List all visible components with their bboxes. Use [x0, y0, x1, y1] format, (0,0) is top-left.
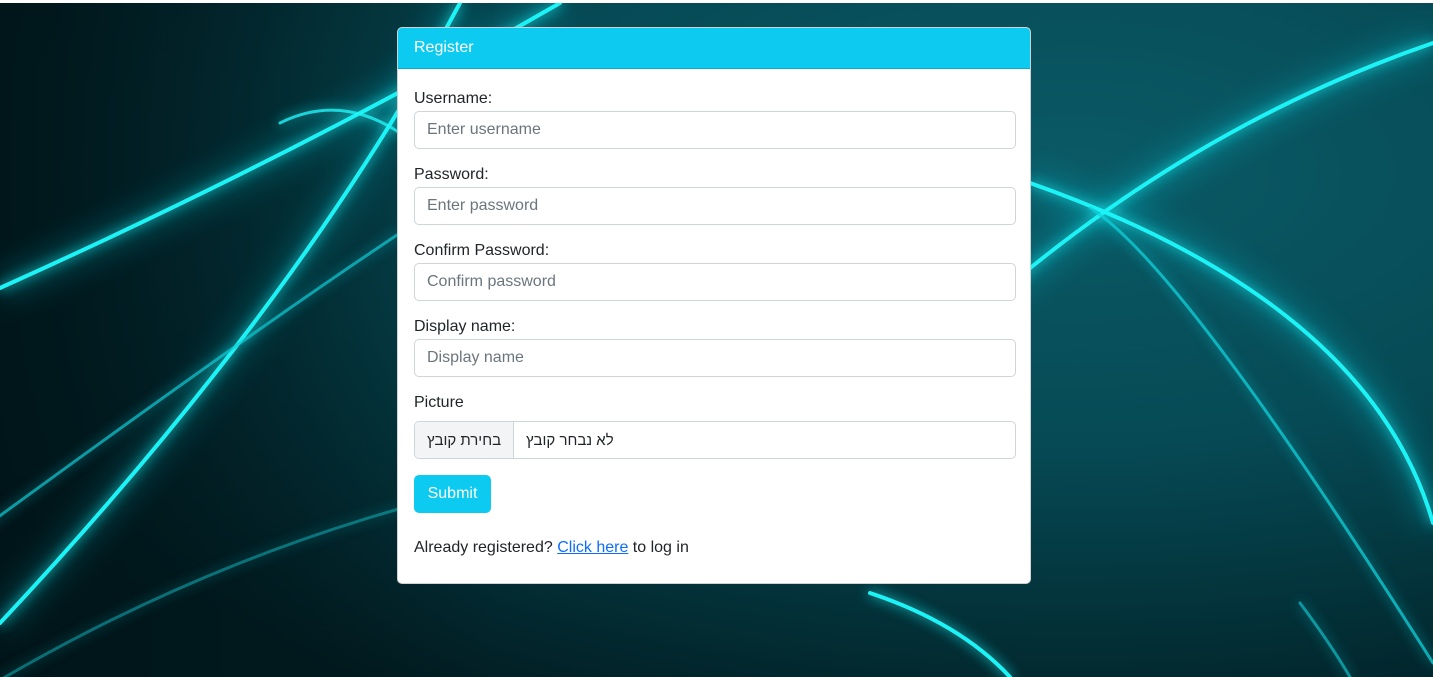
picture-label: Picture	[414, 394, 464, 411]
username-input[interactable]	[414, 111, 1016, 149]
login-link[interactable]: Click here	[557, 539, 628, 556]
login-prompt: Already registered? Click here to log in	[414, 539, 1014, 557]
login-prompt-suffix: to log in	[632, 539, 689, 556]
confirm-password-label: Confirm Password:	[414, 242, 550, 259]
choose-file-button[interactable]: בחירת קובץ	[415, 422, 514, 458]
picture-group: Picture בחירת קובץ לא נבחר קובץ	[414, 393, 1016, 459]
confirm-password-group: Confirm Password:	[414, 241, 1016, 301]
display-name-label: Display name:	[414, 318, 516, 335]
display-name-group: Display name:	[414, 317, 1016, 377]
card-title: Register	[414, 39, 474, 56]
register-card: Register Username: Password: Confirm Pas…	[397, 27, 1031, 584]
submit-button[interactable]: Submit	[414, 475, 491, 513]
username-group: Username:	[414, 89, 1016, 149]
card-header: Register	[398, 28, 1030, 69]
password-input[interactable]	[414, 187, 1016, 225]
file-status-text: לא נבחר קובץ	[526, 431, 614, 449]
login-prompt-prefix: Already registered?	[414, 539, 553, 556]
password-label: Password:	[414, 166, 489, 183]
page: Register Username: Password: Confirm Pas…	[0, 0, 1433, 677]
picture-file-input[interactable]: בחירת קובץ לא נבחר קובץ	[414, 421, 1016, 459]
card-body: Username: Password: Confirm Password: Di…	[398, 69, 1030, 557]
display-name-input[interactable]	[414, 339, 1016, 377]
confirm-password-input[interactable]	[414, 263, 1016, 301]
password-group: Password:	[414, 165, 1016, 225]
username-label: Username:	[414, 90, 493, 107]
